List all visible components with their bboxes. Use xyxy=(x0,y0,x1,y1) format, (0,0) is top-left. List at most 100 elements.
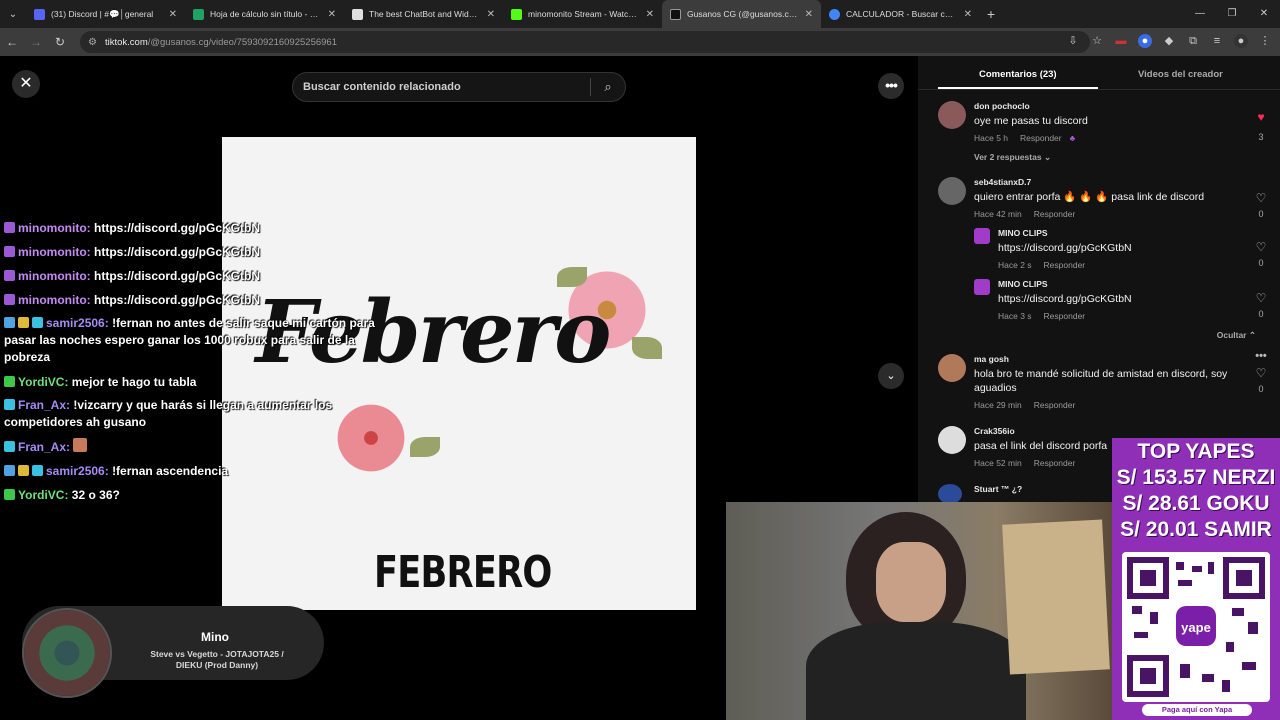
chat-username: minomonito xyxy=(18,245,87,259)
music-song-title: Steve vs Vegetto - JOTAJOTA25 / DIEKU (P… xyxy=(150,649,284,670)
user-badge-icon xyxy=(4,441,15,452)
reload-icon[interactable]: ↻ xyxy=(48,35,72,49)
close-tab-icon[interactable]: ✕ xyxy=(646,9,654,20)
tab-title: Hoja de cálculo sin título - Hoja xyxy=(210,9,322,19)
reply-button[interactable]: Responder xyxy=(1034,458,1076,468)
back-icon[interactable]: ← xyxy=(0,35,24,49)
chevron-down-icon: ⌄ xyxy=(1043,152,1052,162)
install-icon[interactable]: ⇩ xyxy=(1066,34,1080,48)
extension-icon[interactable]: ▬ xyxy=(1114,34,1128,48)
close-icon[interactable]: ✕ xyxy=(12,70,40,98)
reply-button[interactable]: Responder xyxy=(1034,209,1076,219)
chat-username: YordiVC xyxy=(18,488,65,502)
chat-username: Fran_Ax xyxy=(18,440,67,454)
heart-icon[interactable]: ♥ xyxy=(1254,110,1268,124)
bookmark-star-icon[interactable]: ☆ xyxy=(1090,34,1104,48)
yapes-title: TOP YAPES xyxy=(1137,440,1255,463)
heart-outline-icon[interactable]: ♡ xyxy=(1254,291,1268,305)
comment-author[interactable]: Stuart ™ ¿? xyxy=(974,484,1022,494)
tab-search-icon[interactable]: ⌄ xyxy=(0,0,26,28)
comment-author[interactable]: MINO CLIPS xyxy=(998,228,1048,238)
comment-text: oye me pasas tu discord xyxy=(974,115,1088,127)
more-options-icon[interactable]: ••• xyxy=(878,73,904,99)
browser-tab[interactable]: CALCULADOR - Buscar con Google ✕ xyxy=(821,0,980,28)
search-icon[interactable]: ⌕ xyxy=(591,79,625,95)
comment-meta: Hace 52 min Responder xyxy=(974,458,1075,468)
comment-text: https://discord.gg/pGcKGtbN xyxy=(998,242,1132,254)
comment-time: Hace 3 s xyxy=(998,311,1032,321)
new-tab-icon[interactable]: + xyxy=(980,6,1002,22)
heart-outline-icon[interactable]: ♡ xyxy=(1254,191,1268,205)
avatar[interactable] xyxy=(938,354,966,382)
yapes-entry: S/ 20.01 SAMIR xyxy=(1120,518,1272,541)
comment-author[interactable]: MINO CLIPS xyxy=(998,279,1048,289)
search-placeholder: Buscar contenido relacionado xyxy=(303,81,461,93)
comment-author[interactable]: don pochoclo xyxy=(974,101,1030,111)
close-tab-icon[interactable]: ✕ xyxy=(169,9,177,20)
view-replies-button[interactable]: Ver 2 respuestas ⌄ xyxy=(974,152,1051,163)
like-count: 0 xyxy=(1258,309,1264,319)
browser-tab[interactable]: Hoja de cálculo sin título - Hoja ✕ xyxy=(185,0,344,28)
close-tab-icon[interactable]: ✕ xyxy=(487,9,495,20)
comment-text: https://discord.gg/pGcKGtbN xyxy=(998,293,1132,305)
like-count: 0 xyxy=(1258,258,1264,268)
reply-button[interactable]: Responder xyxy=(1034,400,1076,410)
emote-icon xyxy=(73,438,88,452)
reply-button[interactable]: Responder xyxy=(1020,133,1062,143)
user-badge-icon xyxy=(32,317,43,328)
extension-icon[interactable]: ◆ xyxy=(1162,34,1176,48)
browser-tab[interactable]: (31) Discord | #💬│general ✕ xyxy=(26,0,185,28)
comment-author[interactable]: seb4stianxD.7 xyxy=(974,177,1031,187)
comment-author[interactable]: Crak356io xyxy=(974,426,1015,436)
media-control-icon[interactable]: ≡ xyxy=(1210,34,1224,48)
extension-icons: ⇩ ☆ ▬ ● ◆ ⧉ ≡ ● ⋮ xyxy=(1066,34,1272,48)
avatar[interactable] xyxy=(938,101,966,129)
avatar[interactable] xyxy=(938,426,966,454)
user-badge-icon xyxy=(4,376,15,387)
next-video-chevron-down-icon[interactable]: ⌄ xyxy=(878,363,904,389)
address-bar[interactable]: ⚙ tiktok.com/@gusanos.cg/video/759309216… xyxy=(80,31,1090,53)
chat-message: Fran_Ax: !vizcarry y que harás si llegan… xyxy=(4,398,333,429)
google-favicon-icon xyxy=(829,8,840,20)
close-tab-icon[interactable]: ✕ xyxy=(964,9,972,20)
minimize-icon[interactable]: — xyxy=(1184,0,1216,28)
tab-creator-videos[interactable]: Videos del creador xyxy=(1138,69,1223,80)
heart-outline-icon[interactable]: ♡ xyxy=(1254,366,1268,380)
close-tab-icon[interactable]: ✕ xyxy=(328,9,336,20)
avatar[interactable] xyxy=(938,177,966,205)
browser-tab[interactable]: The best ChatBot and Widgets ✕ xyxy=(344,0,503,28)
comment-author[interactable]: ma gosh xyxy=(974,354,1009,364)
comment-time: Hace 29 min xyxy=(974,400,1022,410)
chat-username: samir2506 xyxy=(46,316,105,330)
puzzle-icon[interactable]: ⧉ xyxy=(1186,34,1200,48)
close-tab-icon[interactable]: ✕ xyxy=(805,9,813,20)
avatar[interactable] xyxy=(974,279,990,295)
related-search-input[interactable]: Buscar contenido relacionado ⌕ xyxy=(292,72,626,102)
maximize-icon[interactable]: ❐ xyxy=(1216,0,1248,28)
tiktok-video-page: ✕ Buscar contenido relacionado ⌕ ••• ⌄ F… xyxy=(0,56,1280,720)
browser-tab[interactable]: minomonito Stream - Watch Live ✕ xyxy=(503,0,662,28)
tab-title: Gusanos CG (@gusanos.cg) | TikTok xyxy=(687,9,799,19)
reply-button[interactable]: Responder xyxy=(1044,311,1086,321)
hide-replies-button[interactable]: Ocultar ⌃ xyxy=(1217,330,1256,341)
active-tab-underline xyxy=(938,87,1098,89)
webcam-person-face xyxy=(876,542,946,622)
comment-more-icon[interactable]: ••• xyxy=(1254,350,1268,362)
chevron-up-icon: ⌃ xyxy=(1248,330,1256,340)
user-badge-icon xyxy=(4,489,15,500)
avatar[interactable] xyxy=(974,228,990,244)
heart-outline-icon[interactable]: ♡ xyxy=(1254,240,1268,254)
kebab-menu-icon[interactable]: ⋮ xyxy=(1258,34,1272,48)
chat-text: https://discord.gg/pGcKGtbN xyxy=(94,245,260,259)
close-window-icon[interactable]: ✕ xyxy=(1248,0,1280,28)
forward-icon[interactable]: → xyxy=(24,35,48,49)
webcam-person-body xyxy=(806,622,1026,720)
tab-comments[interactable]: Comentarios (23) xyxy=(979,69,1057,80)
site-info-icon[interactable]: ⚙ xyxy=(88,37,97,48)
like-count: 3 xyxy=(1258,132,1264,142)
reply-button[interactable]: Responder xyxy=(1044,260,1086,270)
extension-icon[interactable]: ● xyxy=(1138,34,1152,48)
profile-avatar-icon[interactable]: ● xyxy=(1234,34,1248,48)
avatar[interactable] xyxy=(938,484,962,504)
browser-tab-active[interactable]: Gusanos CG (@gusanos.cg) | TikTok ✕ xyxy=(662,0,821,28)
